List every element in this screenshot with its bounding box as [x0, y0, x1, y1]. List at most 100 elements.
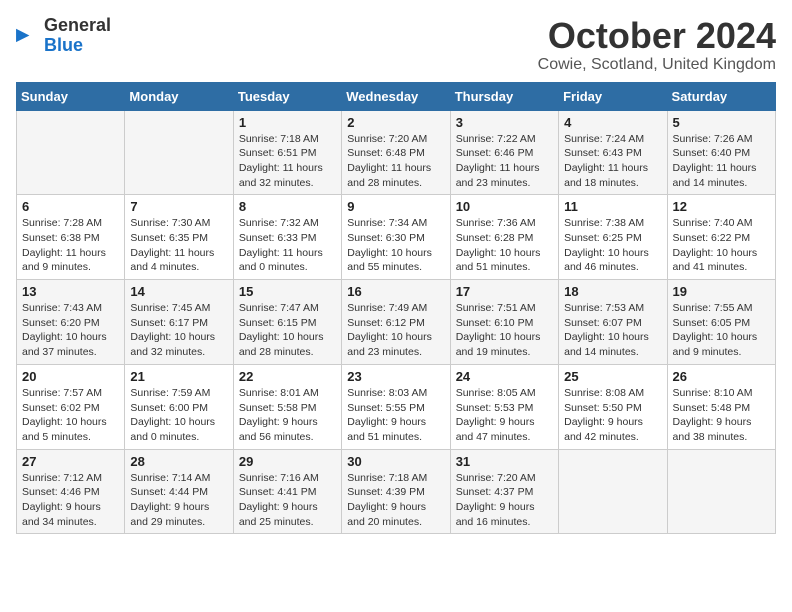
day-number: 4 [564, 115, 661, 130]
location-title: Cowie, Scotland, United Kingdom [538, 56, 776, 74]
calendar-cell: 8 Sunrise: 7:32 AM Sunset: 6:33 PM Daylig… [233, 195, 341, 280]
calendar-cell: 1 Sunrise: 7:18 AM Sunset: 6:51 PM Daylig… [233, 110, 341, 195]
day-info: Sunrise: 7:24 AM Sunset: 6:43 PM Dayligh… [564, 132, 661, 191]
day-number: 16 [347, 284, 444, 299]
day-number: 21 [130, 369, 227, 384]
day-info: Sunrise: 7:45 AM Sunset: 6:17 PM Dayligh… [130, 301, 227, 360]
svg-text:▶: ▶ [16, 24, 30, 44]
day-number: 29 [239, 454, 336, 469]
day-info: Sunrise: 7:34 AM Sunset: 6:30 PM Dayligh… [347, 216, 444, 275]
calendar-cell: 14 Sunrise: 7:45 AM Sunset: 6:17 PM Dayli… [125, 280, 233, 365]
day-number: 22 [239, 369, 336, 384]
title-area: October 2024 Cowie, Scotland, United Kin… [538, 16, 776, 74]
day-info: Sunrise: 8:03 AM Sunset: 5:55 PM Dayligh… [347, 386, 444, 445]
day-number: 26 [673, 369, 770, 384]
calendar-cell: 23 Sunrise: 8:03 AM Sunset: 5:55 PM Dayli… [342, 364, 450, 449]
logo-icon: ▶ [16, 24, 40, 48]
calendar-cell: 10Sunrise: 7:36 AM Sunset: 6:28 PM Dayli… [450, 195, 558, 280]
day-info: Sunrise: 7:32 AM Sunset: 6:33 PM Dayligh… [239, 216, 336, 275]
calendar-cell: 21 Sunrise: 7:59 AM Sunset: 6:00 PM Dayli… [125, 364, 233, 449]
calendar-cell: 11 Sunrise: 7:38 AM Sunset: 6:25 PM Dayli… [559, 195, 667, 280]
weekday-header-wednesday: Wednesday [342, 82, 450, 110]
weekday-header-row: SundayMondayTuesdayWednesdayThursdayFrid… [17, 82, 776, 110]
day-info: Sunrise: 7:20 AM Sunset: 4:37 PM Dayligh… [456, 471, 553, 530]
weekday-header-thursday: Thursday [450, 82, 558, 110]
calendar-cell: 2 Sunrise: 7:20 AM Sunset: 6:48 PM Daylig… [342, 110, 450, 195]
calendar-cell [125, 110, 233, 195]
calendar-cell: 20 Sunrise: 7:57 AM Sunset: 6:02 PM Dayli… [17, 364, 125, 449]
day-info: Sunrise: 7:12 AM Sunset: 4:46 PM Dayligh… [22, 471, 119, 530]
day-number: 17 [456, 284, 553, 299]
day-number: 9 [347, 199, 444, 214]
calendar-cell: 7 Sunrise: 7:30 AM Sunset: 6:35 PM Daylig… [125, 195, 233, 280]
day-info: Sunrise: 7:14 AM Sunset: 4:44 PM Dayligh… [130, 471, 227, 530]
day-number: 2 [347, 115, 444, 130]
day-info: Sunrise: 7:59 AM Sunset: 6:00 PM Dayligh… [130, 386, 227, 445]
day-number: 23 [347, 369, 444, 384]
calendar-cell: 30 Sunrise: 7:18 AM Sunset: 4:39 PM Dayli… [342, 449, 450, 534]
calendar-week-row: 1 Sunrise: 7:18 AM Sunset: 6:51 PM Daylig… [17, 110, 776, 195]
day-info: Sunrise: 7:18 AM Sunset: 6:51 PM Dayligh… [239, 132, 336, 191]
day-number: 7 [130, 199, 227, 214]
day-info: Sunrise: 7:43 AM Sunset: 6:20 PM Dayligh… [22, 301, 119, 360]
calendar-cell: 4 Sunrise: 7:24 AM Sunset: 6:43 PM Daylig… [559, 110, 667, 195]
calendar-cell: 9 Sunrise: 7:34 AM Sunset: 6:30 PM Daylig… [342, 195, 450, 280]
day-info: Sunrise: 8:01 AM Sunset: 5:58 PM Dayligh… [239, 386, 336, 445]
day-number: 19 [673, 284, 770, 299]
day-info: Sunrise: 7:18 AM Sunset: 4:39 PM Dayligh… [347, 471, 444, 530]
calendar-cell: 15 Sunrise: 7:47 AM Sunset: 6:15 PM Dayli… [233, 280, 341, 365]
day-info: Sunrise: 7:26 AM Sunset: 6:40 PM Dayligh… [673, 132, 770, 191]
weekday-header-friday: Friday [559, 82, 667, 110]
day-info: Sunrise: 7:49 AM Sunset: 6:12 PM Dayligh… [347, 301, 444, 360]
calendar-week-row: 6Sunrise: 7:28 AM Sunset: 6:38 PM Daylig… [17, 195, 776, 280]
calendar-cell [17, 110, 125, 195]
calendar-week-row: 20 Sunrise: 7:57 AM Sunset: 6:02 PM Dayli… [17, 364, 776, 449]
day-info: Sunrise: 7:30 AM Sunset: 6:35 PM Dayligh… [130, 216, 227, 275]
logo: ▶ General Blue [16, 16, 111, 56]
calendar-cell [667, 449, 775, 534]
day-number: 31 [456, 454, 553, 469]
weekday-header-monday: Monday [125, 82, 233, 110]
day-info: Sunrise: 8:10 AM Sunset: 5:48 PM Dayligh… [673, 386, 770, 445]
day-number: 8 [239, 199, 336, 214]
calendar-cell: 26 Sunrise: 8:10 AM Sunset: 5:48 PM Dayli… [667, 364, 775, 449]
calendar-cell: 16 Sunrise: 7:49 AM Sunset: 6:12 PM Dayli… [342, 280, 450, 365]
day-number: 30 [347, 454, 444, 469]
day-number: 15 [239, 284, 336, 299]
calendar-week-row: 27 Sunrise: 7:12 AM Sunset: 4:46 PM Dayli… [17, 449, 776, 534]
calendar-cell: 25Sunrise: 8:08 AM Sunset: 5:50 PM Dayli… [559, 364, 667, 449]
day-number: 28 [130, 454, 227, 469]
calendar-cell [559, 449, 667, 534]
logo-blue: Blue [44, 36, 111, 56]
day-number: 24 [456, 369, 553, 384]
day-number: 14 [130, 284, 227, 299]
day-info: Sunrise: 7:47 AM Sunset: 6:15 PM Dayligh… [239, 301, 336, 360]
day-number: 1 [239, 115, 336, 130]
calendar-cell: 31 Sunrise: 7:20 AM Sunset: 4:37 PM Dayli… [450, 449, 558, 534]
calendar-week-row: 13 Sunrise: 7:43 AM Sunset: 6:20 PM Dayli… [17, 280, 776, 365]
calendar-cell: 29Sunrise: 7:16 AM Sunset: 4:41 PM Dayli… [233, 449, 341, 534]
day-number: 6 [22, 199, 119, 214]
calendar-table: SundayMondayTuesdayWednesdayThursdayFrid… [16, 82, 776, 535]
calendar-cell: 6Sunrise: 7:28 AM Sunset: 6:38 PM Daylig… [17, 195, 125, 280]
calendar-cell: 5Sunrise: 7:26 AM Sunset: 6:40 PM Daylig… [667, 110, 775, 195]
header: ▶ General Blue October 2024 Cowie, Scotl… [16, 16, 776, 74]
day-number: 3 [456, 115, 553, 130]
calendar-cell: 13 Sunrise: 7:43 AM Sunset: 6:20 PM Dayli… [17, 280, 125, 365]
day-number: 11 [564, 199, 661, 214]
calendar-cell: 18Sunrise: 7:53 AM Sunset: 6:07 PM Dayli… [559, 280, 667, 365]
month-title: October 2024 [538, 16, 776, 56]
day-info: Sunrise: 7:57 AM Sunset: 6:02 PM Dayligh… [22, 386, 119, 445]
day-info: Sunrise: 7:53 AM Sunset: 6:07 PM Dayligh… [564, 301, 661, 360]
day-number: 20 [22, 369, 119, 384]
day-number: 27 [22, 454, 119, 469]
calendar-cell: 12Sunrise: 7:40 AM Sunset: 6:22 PM Dayli… [667, 195, 775, 280]
day-number: 13 [22, 284, 119, 299]
calendar-cell: 27 Sunrise: 7:12 AM Sunset: 4:46 PM Dayli… [17, 449, 125, 534]
day-info: Sunrise: 7:20 AM Sunset: 6:48 PM Dayligh… [347, 132, 444, 191]
day-info: Sunrise: 7:38 AM Sunset: 6:25 PM Dayligh… [564, 216, 661, 275]
weekday-header-tuesday: Tuesday [233, 82, 341, 110]
day-info: Sunrise: 7:36 AM Sunset: 6:28 PM Dayligh… [456, 216, 553, 275]
day-info: Sunrise: 7:51 AM Sunset: 6:10 PM Dayligh… [456, 301, 553, 360]
calendar-cell: 22 Sunrise: 8:01 AM Sunset: 5:58 PM Dayli… [233, 364, 341, 449]
